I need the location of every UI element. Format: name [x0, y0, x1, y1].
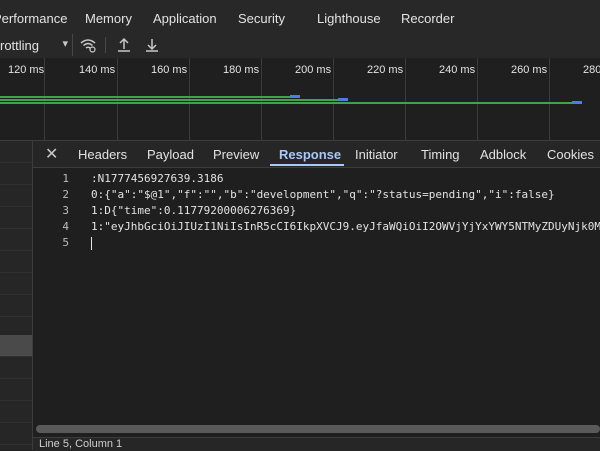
tab-timing[interactable]: Timing — [421, 147, 460, 162]
request-row[interactable] — [0, 251, 32, 273]
request-bar — [0, 99, 340, 101]
chevron-down-icon: ▾ — [62, 38, 68, 50]
close-icon[interactable]: ✕ — [45, 144, 58, 164]
timeline-tick-label: 140 ms — [79, 64, 116, 76]
network-conditions-icon[interactable] — [79, 36, 97, 54]
throttling-label: rottling — [0, 38, 40, 53]
timeline-tick-label: 260 ms — [511, 64, 548, 76]
tab-memory[interactable]: Memory — [85, 11, 132, 26]
timeline-tick-label: 220 ms — [367, 64, 404, 76]
request-row[interactable] — [0, 273, 32, 295]
cursor-position: Line 5, Column 1 — [39, 438, 123, 450]
response-line: 1:"eyJhbGciOiJIUzI1NiIsInR5cCI6IkpXVCJ9.… — [91, 220, 600, 233]
request-bar-download — [572, 101, 582, 104]
line-number: 4 — [62, 220, 69, 233]
tab-cookies[interactable]: Cookies — [547, 147, 594, 162]
response-line: :N1777456927639.3186 — [91, 172, 224, 185]
request-bar — [0, 96, 292, 98]
timeline-gridline — [477, 58, 478, 140]
throttling-select[interactable]: rottling ▾ — [0, 34, 73, 56]
tab-payload[interactable]: Payload — [147, 147, 194, 162]
tab-headers[interactable]: Headers — [78, 147, 127, 162]
detail-tabs: ✕ Headers Payload Preview Response Initi… — [33, 141, 600, 168]
request-bar-download — [338, 98, 348, 101]
active-tab-indicator — [270, 164, 344, 166]
tab-preview[interactable]: Preview — [213, 147, 259, 162]
tab-adblock[interactable]: Adblock — [480, 147, 526, 162]
request-row[interactable] — [0, 295, 32, 317]
request-bar — [0, 102, 574, 104]
timeline-tick-label: 280 — [583, 64, 600, 76]
tab-response[interactable]: Response — [279, 147, 341, 162]
network-toolbar: rottling ▾ — [0, 34, 600, 59]
tab-security[interactable]: Security — [238, 11, 285, 26]
request-row[interactable] — [0, 423, 32, 445]
line-number: 1 — [62, 172, 69, 185]
tab-performance[interactable]: Performance — [0, 11, 67, 26]
request-row-selected[interactable] — [0, 335, 32, 357]
devtools-panel-tabs: Performance Memory Application Security … — [0, 0, 600, 35]
download-icon[interactable] — [143, 36, 161, 54]
response-body[interactable]: 1 :N1777456927639.3186 2 0:{"a":"$@1","f… — [33, 168, 600, 423]
request-row[interactable] — [0, 401, 32, 423]
request-row[interactable] — [0, 207, 32, 229]
request-row[interactable] — [0, 379, 32, 401]
text-caret — [91, 237, 92, 250]
timeline-tick-label: 160 ms — [151, 64, 188, 76]
request-row[interactable] — [0, 357, 32, 379]
line-number: 3 — [62, 204, 69, 217]
request-bar-download — [290, 95, 300, 98]
timeline-tick-label: 180 ms — [223, 64, 260, 76]
editor-status-bar: Line 5, Column 1 — [33, 437, 600, 451]
horizontal-scrollbar[interactable] — [36, 425, 600, 433]
timeline-tick-label: 240 ms — [439, 64, 476, 76]
timeline-gridline — [405, 58, 406, 140]
request-row[interactable] — [0, 163, 32, 185]
request-list — [0, 141, 33, 450]
toolbar-divider — [105, 37, 106, 53]
request-row[interactable] — [0, 185, 32, 207]
response-line: 1:D{"time":0.11779200006276369} — [91, 204, 297, 217]
timeline-gridline — [549, 58, 550, 140]
tab-application[interactable]: Application — [153, 11, 217, 26]
line-number: 5 — [62, 236, 69, 249]
request-detail-pane: ✕ Headers Payload Preview Response Initi… — [33, 141, 600, 451]
timeline-tick-label: 200 ms — [295, 64, 332, 76]
line-number: 2 — [62, 188, 69, 201]
tab-initiator[interactable]: Initiator — [355, 147, 398, 162]
upload-icon[interactable] — [115, 36, 133, 54]
request-row[interactable] — [0, 141, 32, 163]
tab-recorder[interactable]: Recorder — [401, 11, 454, 26]
timeline-tick-label: 120 ms — [8, 64, 45, 76]
request-row[interactable] — [0, 229, 32, 251]
tab-lighthouse[interactable]: Lighthouse — [317, 11, 381, 26]
response-line: 0:{"a":"$@1","f":"","b":"development","q… — [91, 188, 555, 201]
timeline-overview[interactable]: 120 ms 140 ms 160 ms 180 ms 200 ms 220 m… — [0, 58, 600, 141]
